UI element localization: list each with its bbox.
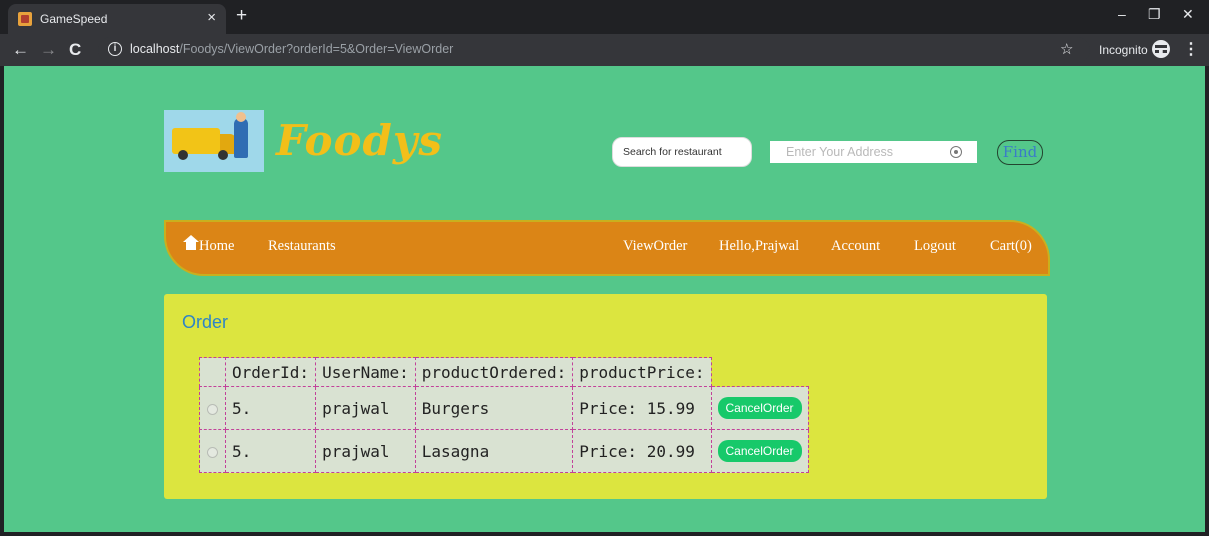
- action-cell: CancelOrder: [710, 429, 809, 473]
- table-row: 5. prajwal Burgers Price: 15.99 CancelOr…: [199, 386, 809, 430]
- close-window-icon[interactable]: ✕: [1182, 6, 1194, 23]
- row-select-cell: [199, 429, 226, 473]
- bookmark-star-icon[interactable]: ☆: [1060, 40, 1073, 58]
- row-radio[interactable]: [207, 446, 218, 458]
- select-column-header: [199, 357, 226, 387]
- order-id-cell: 5.: [224, 429, 317, 473]
- back-icon[interactable]: ←: [12, 40, 29, 60]
- order-id-cell: 5.: [224, 386, 317, 430]
- cancel-order-button[interactable]: CancelOrder: [717, 440, 802, 462]
- column-header: UserName:: [315, 357, 416, 387]
- home-icon: [183, 235, 199, 251]
- url-text[interactable]: localhost/Foodys/ViewOrder?orderId=5&Ord…: [130, 42, 453, 56]
- url-host: localhost: [130, 42, 180, 56]
- price-cell: Price: 15.99: [572, 386, 712, 430]
- address-field[interactable]: [770, 141, 977, 163]
- action-cell: CancelOrder: [710, 386, 809, 430]
- nav-home-link[interactable]: Home: [183, 235, 235, 255]
- table-row: 5. prajwal Lasagna Price: 20.99 CancelOr…: [199, 429, 809, 473]
- column-header: productOrdered:: [414, 357, 574, 387]
- incognito-label: Incognito: [1099, 43, 1148, 57]
- nav-view-order-link[interactable]: ViewOrder: [623, 238, 687, 255]
- restaurant-search-input[interactable]: [612, 137, 752, 167]
- browser-menu-icon[interactable]: ⋮: [1183, 39, 1199, 59]
- row-radio[interactable]: [207, 403, 218, 415]
- url-path: /Foodys/ViewOrder?orderId=5&Order=ViewOr…: [179, 42, 454, 56]
- nav-greeting[interactable]: Hello,Prajwal: [719, 238, 799, 255]
- new-tab-icon[interactable]: +: [236, 5, 247, 27]
- restore-icon[interactable]: ❐: [1148, 6, 1161, 23]
- courier-head: [236, 112, 246, 122]
- find-button[interactable]: Find: [997, 140, 1043, 165]
- order-panel: Order OrderId: UserName: productOrdered:…: [164, 294, 1047, 499]
- site-info-icon[interactable]: i: [108, 42, 122, 56]
- cancel-order-button[interactable]: CancelOrder: [717, 397, 802, 419]
- reload-icon[interactable]: C: [69, 40, 81, 60]
- window-bottom-edge: [0, 532, 1209, 536]
- row-select-cell: [199, 386, 226, 430]
- username-cell: prajwal: [315, 429, 416, 473]
- order-table: OrderId: UserName: productOrdered: produ…: [199, 357, 809, 473]
- nav-account-link[interactable]: Account: [831, 238, 880, 255]
- site-logo-text[interactable]: Foodys: [276, 116, 443, 165]
- table-header-row: OrderId: UserName: productOrdered: produ…: [199, 357, 809, 387]
- main-navbar: Home Restaurants ViewOrder Hello,Prajwal…: [164, 220, 1050, 276]
- order-title: Order: [182, 312, 229, 332]
- favicon-icon: [18, 12, 32, 26]
- truck-wheel: [178, 150, 188, 160]
- nav-home-label: Home: [199, 238, 235, 254]
- incognito-icon[interactable]: [1152, 40, 1170, 58]
- username-cell: prajwal: [315, 386, 416, 430]
- address-bar[interactable]: i localhost/Foodys/ViewOrder?orderId=5&O…: [98, 37, 1090, 63]
- action-column-header: [711, 358, 808, 387]
- tab-close-icon[interactable]: ×: [207, 9, 216, 26]
- delivery-truck-logo[interactable]: [164, 110, 264, 172]
- product-cell: Burgers: [414, 386, 574, 430]
- column-header: productPrice:: [572, 357, 712, 387]
- page-viewport: Foodys Find Home Restaurants ViewOrder H…: [4, 66, 1205, 532]
- tab-title: GameSpeed: [40, 12, 108, 26]
- forward-icon[interactable]: →: [40, 40, 57, 60]
- minimize-icon[interactable]: –: [1118, 6, 1126, 22]
- truck-wheel: [218, 150, 228, 160]
- nav-restaurants-link[interactable]: Restaurants: [268, 238, 336, 255]
- nav-logout-link[interactable]: Logout: [914, 238, 956, 255]
- column-header: OrderId:: [224, 357, 317, 387]
- product-cell: Lasagna: [414, 429, 574, 473]
- browser-toolbar: ← → C i localhost/Foodys/ViewOrder?order…: [0, 34, 1209, 66]
- nav-cart-link[interactable]: Cart(0): [990, 238, 1032, 255]
- locate-icon[interactable]: [950, 146, 962, 158]
- address-input[interactable]: [770, 141, 950, 163]
- browser-tab[interactable]: GameSpeed ×: [8, 4, 226, 34]
- browser-titlebar: GameSpeed × + – ❐ ✕: [0, 0, 1209, 34]
- courier-figure: [234, 118, 248, 158]
- price-cell: Price: 20.99: [572, 429, 712, 473]
